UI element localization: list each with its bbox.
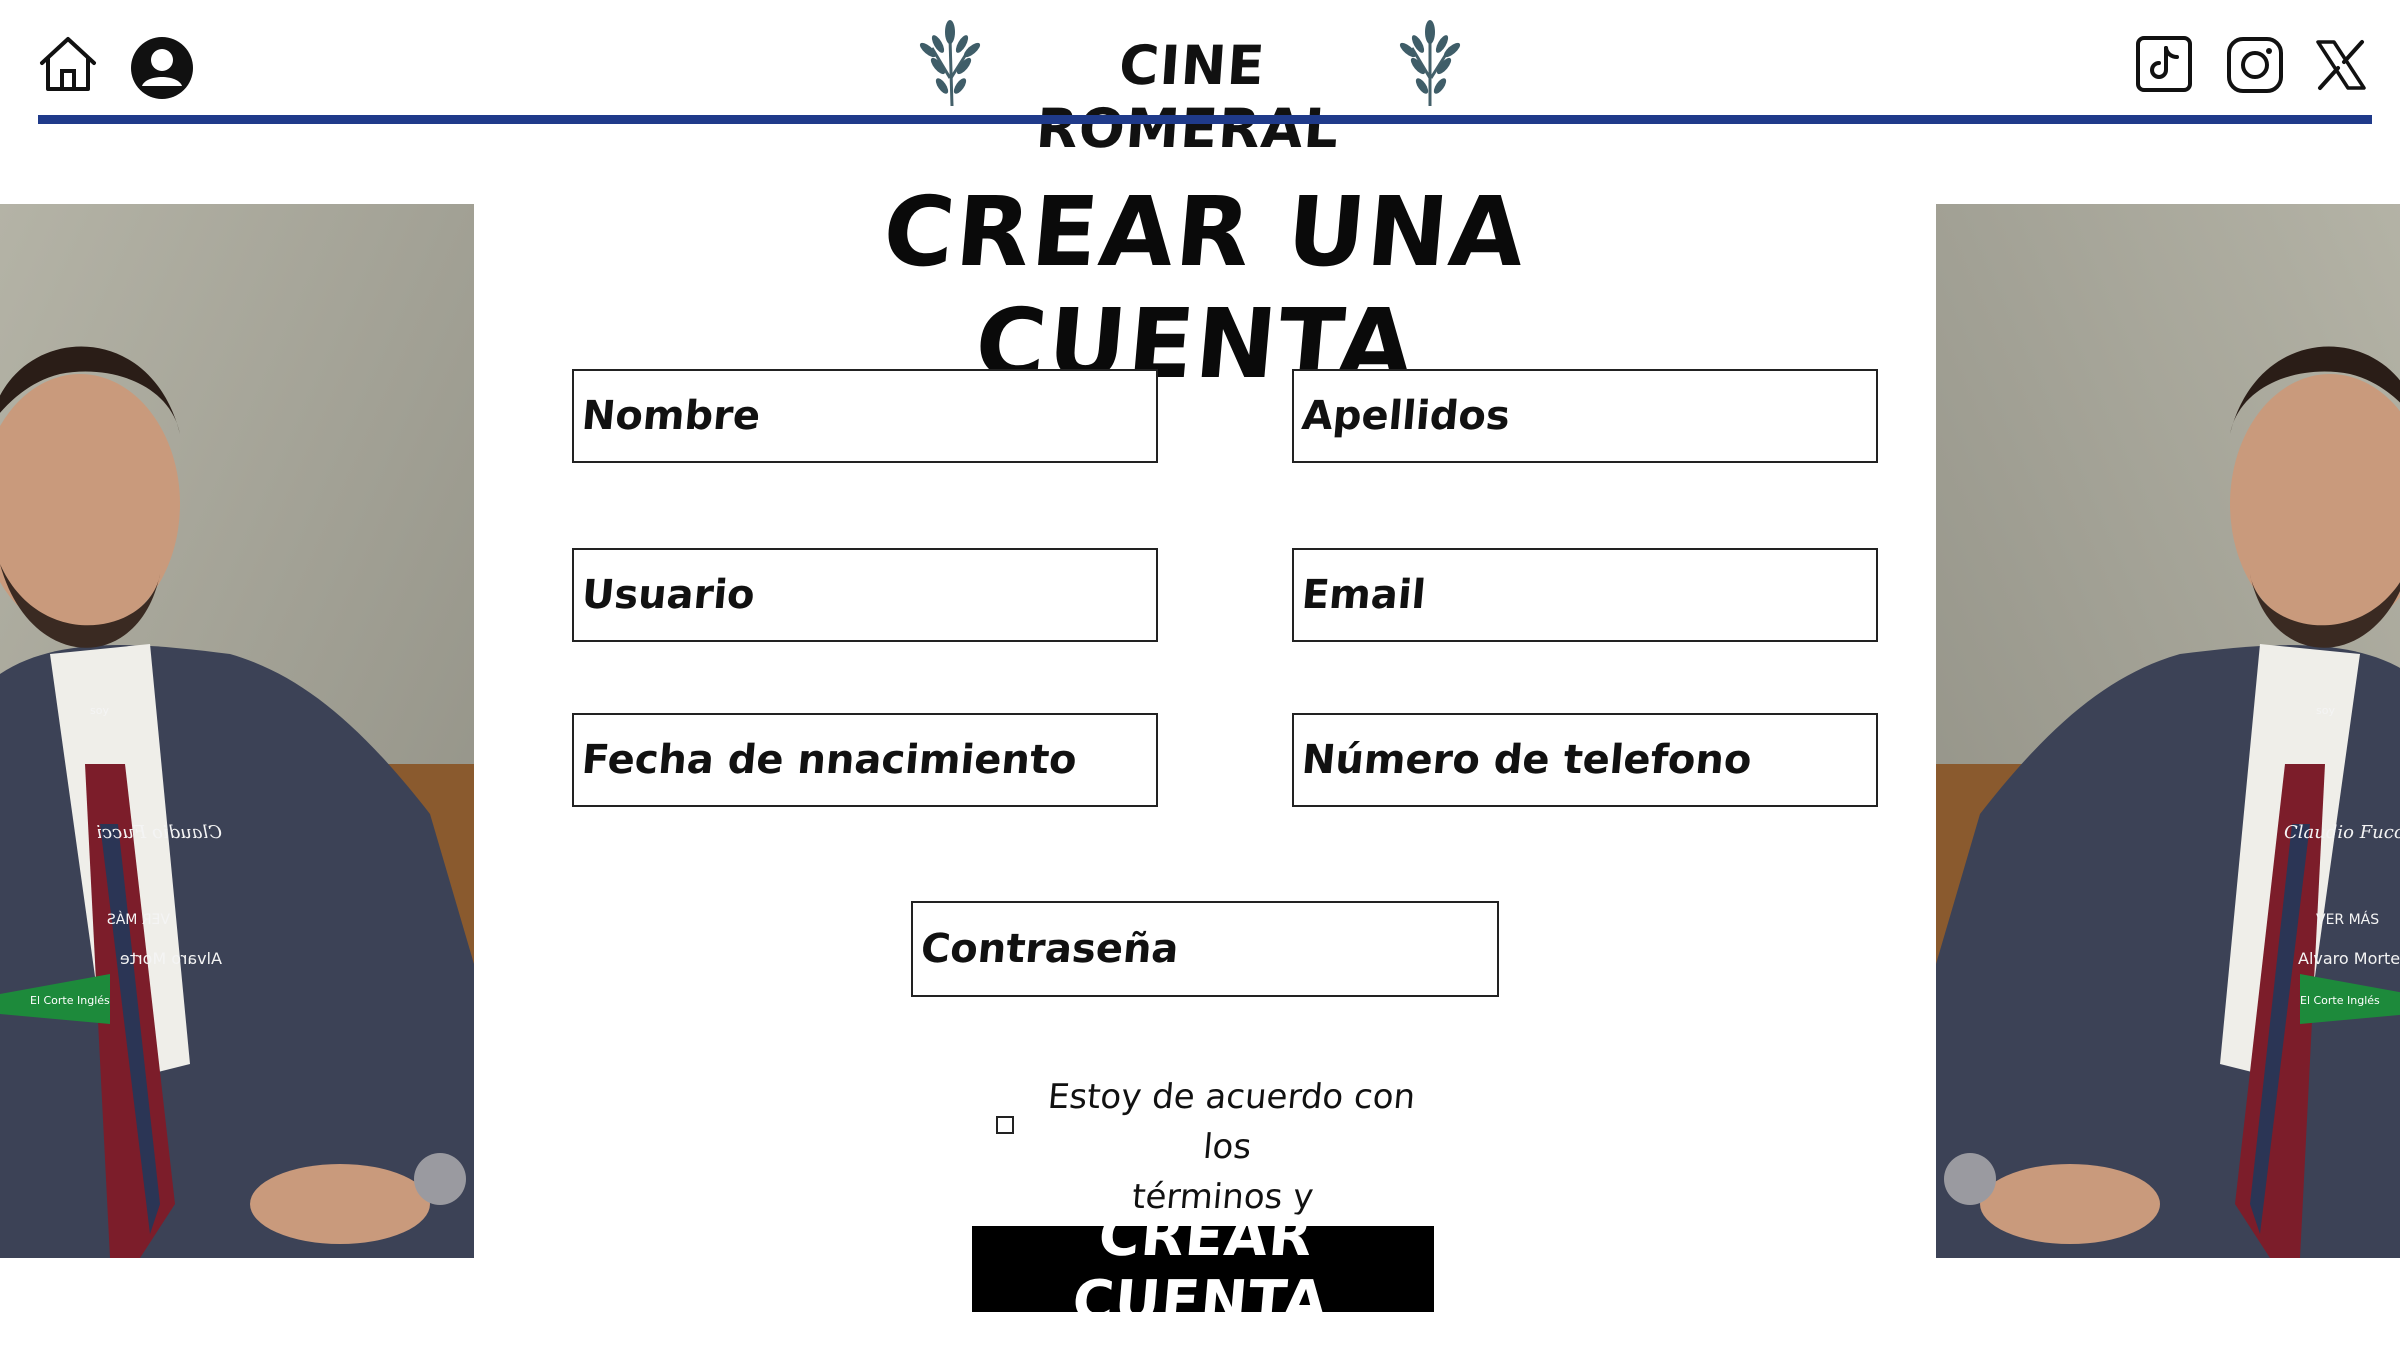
email-field[interactable]: Email: [1292, 548, 1878, 642]
site-header: CINE ROMERAL: [0, 0, 2400, 160]
poster-caption: Alvaro Morte: [120, 949, 222, 968]
brand-name: CINE ROMERAL: [1034, 34, 1342, 160]
brand-logo: CINE ROMERAL: [910, 18, 1470, 160]
poster-left: VER MÁS Alvaro Morte Claudio Fucci El Co…: [0, 204, 474, 1258]
poster-caption: Claudio Fucci: [96, 822, 222, 843]
page-title: CREAR UNA CUENTA: [878, 176, 1531, 400]
poster-caption: El Corte Inglés: [30, 994, 110, 1007]
birthdate-field[interactable]: Fecha de nnacimiento: [572, 713, 1158, 807]
poster-caption: Alvaro Morte: [2298, 949, 2400, 968]
create-account-label: CREAR CUENTA: [1069, 1204, 1331, 1334]
password-placeholder: Contraseña: [918, 926, 1181, 972]
poster-caption: El Corte Inglés: [2300, 994, 2380, 1007]
home-icon[interactable]: [38, 34, 98, 94]
phone-field[interactable]: Número de telefono: [1292, 713, 1878, 807]
nombre-placeholder: Nombre: [579, 393, 763, 439]
header-divider: [38, 115, 2372, 124]
poster-caption: VER MÁS: [2316, 911, 2379, 928]
tiktok-icon[interactable]: [2136, 36, 2192, 92]
instagram-icon[interactable]: [2226, 36, 2284, 94]
terms-label-line1: Estoy de acuerdo con los: [1046, 1077, 1417, 1167]
poster-caption: VER MÁS: [107, 911, 170, 928]
laurel-icon: [1399, 20, 1461, 106]
usuario-field[interactable]: Usuario: [572, 548, 1158, 642]
apellidos-placeholder: Apellidos: [1299, 393, 1512, 439]
password-field[interactable]: Contraseña: [911, 901, 1499, 997]
apellidos-field[interactable]: Apellidos: [1292, 369, 1878, 463]
x-icon[interactable]: [2314, 38, 2368, 92]
poster-image: soy Claudio Fucci VER MÁS Alvaro Morte E…: [1936, 204, 2400, 1258]
usuario-placeholder: Usuario: [579, 572, 757, 618]
birthdate-placeholder: Fecha de nnacimiento: [579, 737, 1079, 783]
profile-icon[interactable]: [130, 36, 194, 100]
poster-caption: soy: [2316, 704, 2335, 717]
laurel-icon: [919, 20, 981, 107]
terms-checkbox[interactable]: [996, 1116, 1014, 1134]
poster-image: VER MÁS Alvaro Morte Claudio Fucci El Co…: [0, 204, 474, 1258]
poster-caption: soy: [90, 704, 109, 717]
create-account-button[interactable]: CREAR CUENTA: [972, 1204, 1434, 1334]
poster-right: soy Claudio Fucci VER MÁS Alvaro Morte E…: [1936, 204, 2400, 1258]
phone-placeholder: Número de telefono: [1299, 737, 1754, 783]
poster-caption: Claudio Fucci: [2284, 822, 2400, 843]
nombre-field[interactable]: Nombre: [572, 369, 1158, 463]
email-placeholder: Email: [1299, 572, 1428, 618]
